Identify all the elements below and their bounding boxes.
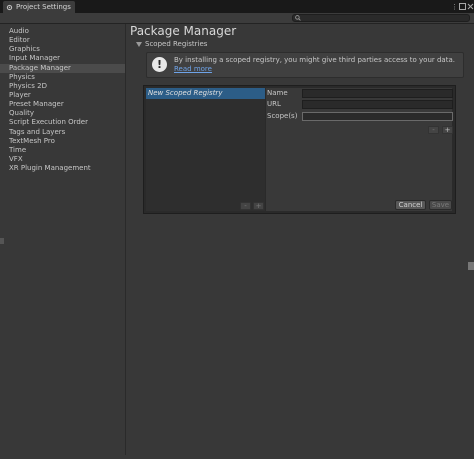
sidebar-list: Audio Editor Graphics Input Manager Pack… xyxy=(0,24,125,173)
sidebar-item-preset-manager[interactable]: Preset Manager xyxy=(0,100,125,109)
sidebar-item-editor[interactable]: Editor xyxy=(0,36,125,45)
name-label: Name xyxy=(267,89,288,97)
triangle-down-icon xyxy=(136,41,142,47)
read-more-link[interactable]: Read more xyxy=(174,65,212,73)
toolbar xyxy=(0,13,474,24)
name-field[interactable] xyxy=(302,89,453,98)
info-box: ! By installing a scoped registry, you m… xyxy=(146,52,464,78)
scoped-registries-foldout[interactable]: Scoped Registries xyxy=(136,40,207,48)
close-icon[interactable] xyxy=(466,2,474,11)
sidebar-item-textmesh-pro[interactable]: TextMesh Pro xyxy=(0,137,125,146)
scopes-label: Scope(s) xyxy=(267,112,298,120)
sidebar-item-audio[interactable]: Audio xyxy=(0,27,125,36)
url-field[interactable] xyxy=(302,100,453,109)
remove-scope-button[interactable]: - xyxy=(428,126,439,134)
sidebar-item-xr-plugin-management[interactable]: XR Plugin Management xyxy=(0,164,125,173)
url-label: URL xyxy=(267,100,281,108)
gear-icon xyxy=(6,4,13,11)
sidebar-item-script-execution-order[interactable]: Script Execution Order xyxy=(0,118,125,127)
right-edge-marker xyxy=(468,262,474,270)
sidebar-item-tags-and-layers[interactable]: Tags and Layers xyxy=(0,128,125,137)
sidebar-item-input-manager[interactable]: Input Manager xyxy=(0,54,125,63)
info-text: By installing a scoped registry, you mig… xyxy=(174,56,455,64)
sidebar-item-physics[interactable]: Physics xyxy=(0,73,125,82)
remove-registry-button[interactable]: - xyxy=(240,202,251,210)
scope-field[interactable] xyxy=(302,112,453,121)
left-edge-marker xyxy=(0,238,4,244)
save-button[interactable]: Save xyxy=(429,200,452,210)
sidebar-item-graphics[interactable]: Graphics xyxy=(0,45,125,54)
search-icon xyxy=(295,15,301,21)
add-registry-button[interactable]: + xyxy=(253,202,264,210)
registries-panel: New Scoped Registry - + Name URL Scope(s… xyxy=(143,85,456,214)
registry-form: Name URL Scope(s) - + Cancel Save xyxy=(266,88,453,211)
add-scope-button[interactable]: + xyxy=(442,126,453,134)
sidebar-item-player[interactable]: Player xyxy=(0,91,125,100)
registry-list: New Scoped Registry - + xyxy=(146,88,265,211)
sidebar-item-quality[interactable]: Quality xyxy=(0,109,125,118)
section-title: Scoped Registries xyxy=(145,40,208,48)
tab-label: Project Settings xyxy=(16,3,71,11)
page-title: Package Manager xyxy=(130,24,237,38)
search-input[interactable] xyxy=(292,14,470,22)
info-exclamation-icon: ! xyxy=(152,57,167,72)
sidebar: Audio Editor Graphics Input Manager Pack… xyxy=(0,24,126,455)
sidebar-item-vfx[interactable]: VFX xyxy=(0,155,125,164)
sidebar-item-package-manager[interactable]: Package Manager xyxy=(0,63,125,73)
tab-bar: Project Settings ⋮ xyxy=(0,0,474,13)
cancel-button[interactable]: Cancel xyxy=(395,200,426,210)
list-item[interactable]: New Scoped Registry xyxy=(146,88,265,99)
sidebar-item-time[interactable]: Time xyxy=(0,146,125,155)
tab-project-settings[interactable]: Project Settings xyxy=(3,1,75,13)
sidebar-item-physics-2d[interactable]: Physics 2D xyxy=(0,82,125,91)
